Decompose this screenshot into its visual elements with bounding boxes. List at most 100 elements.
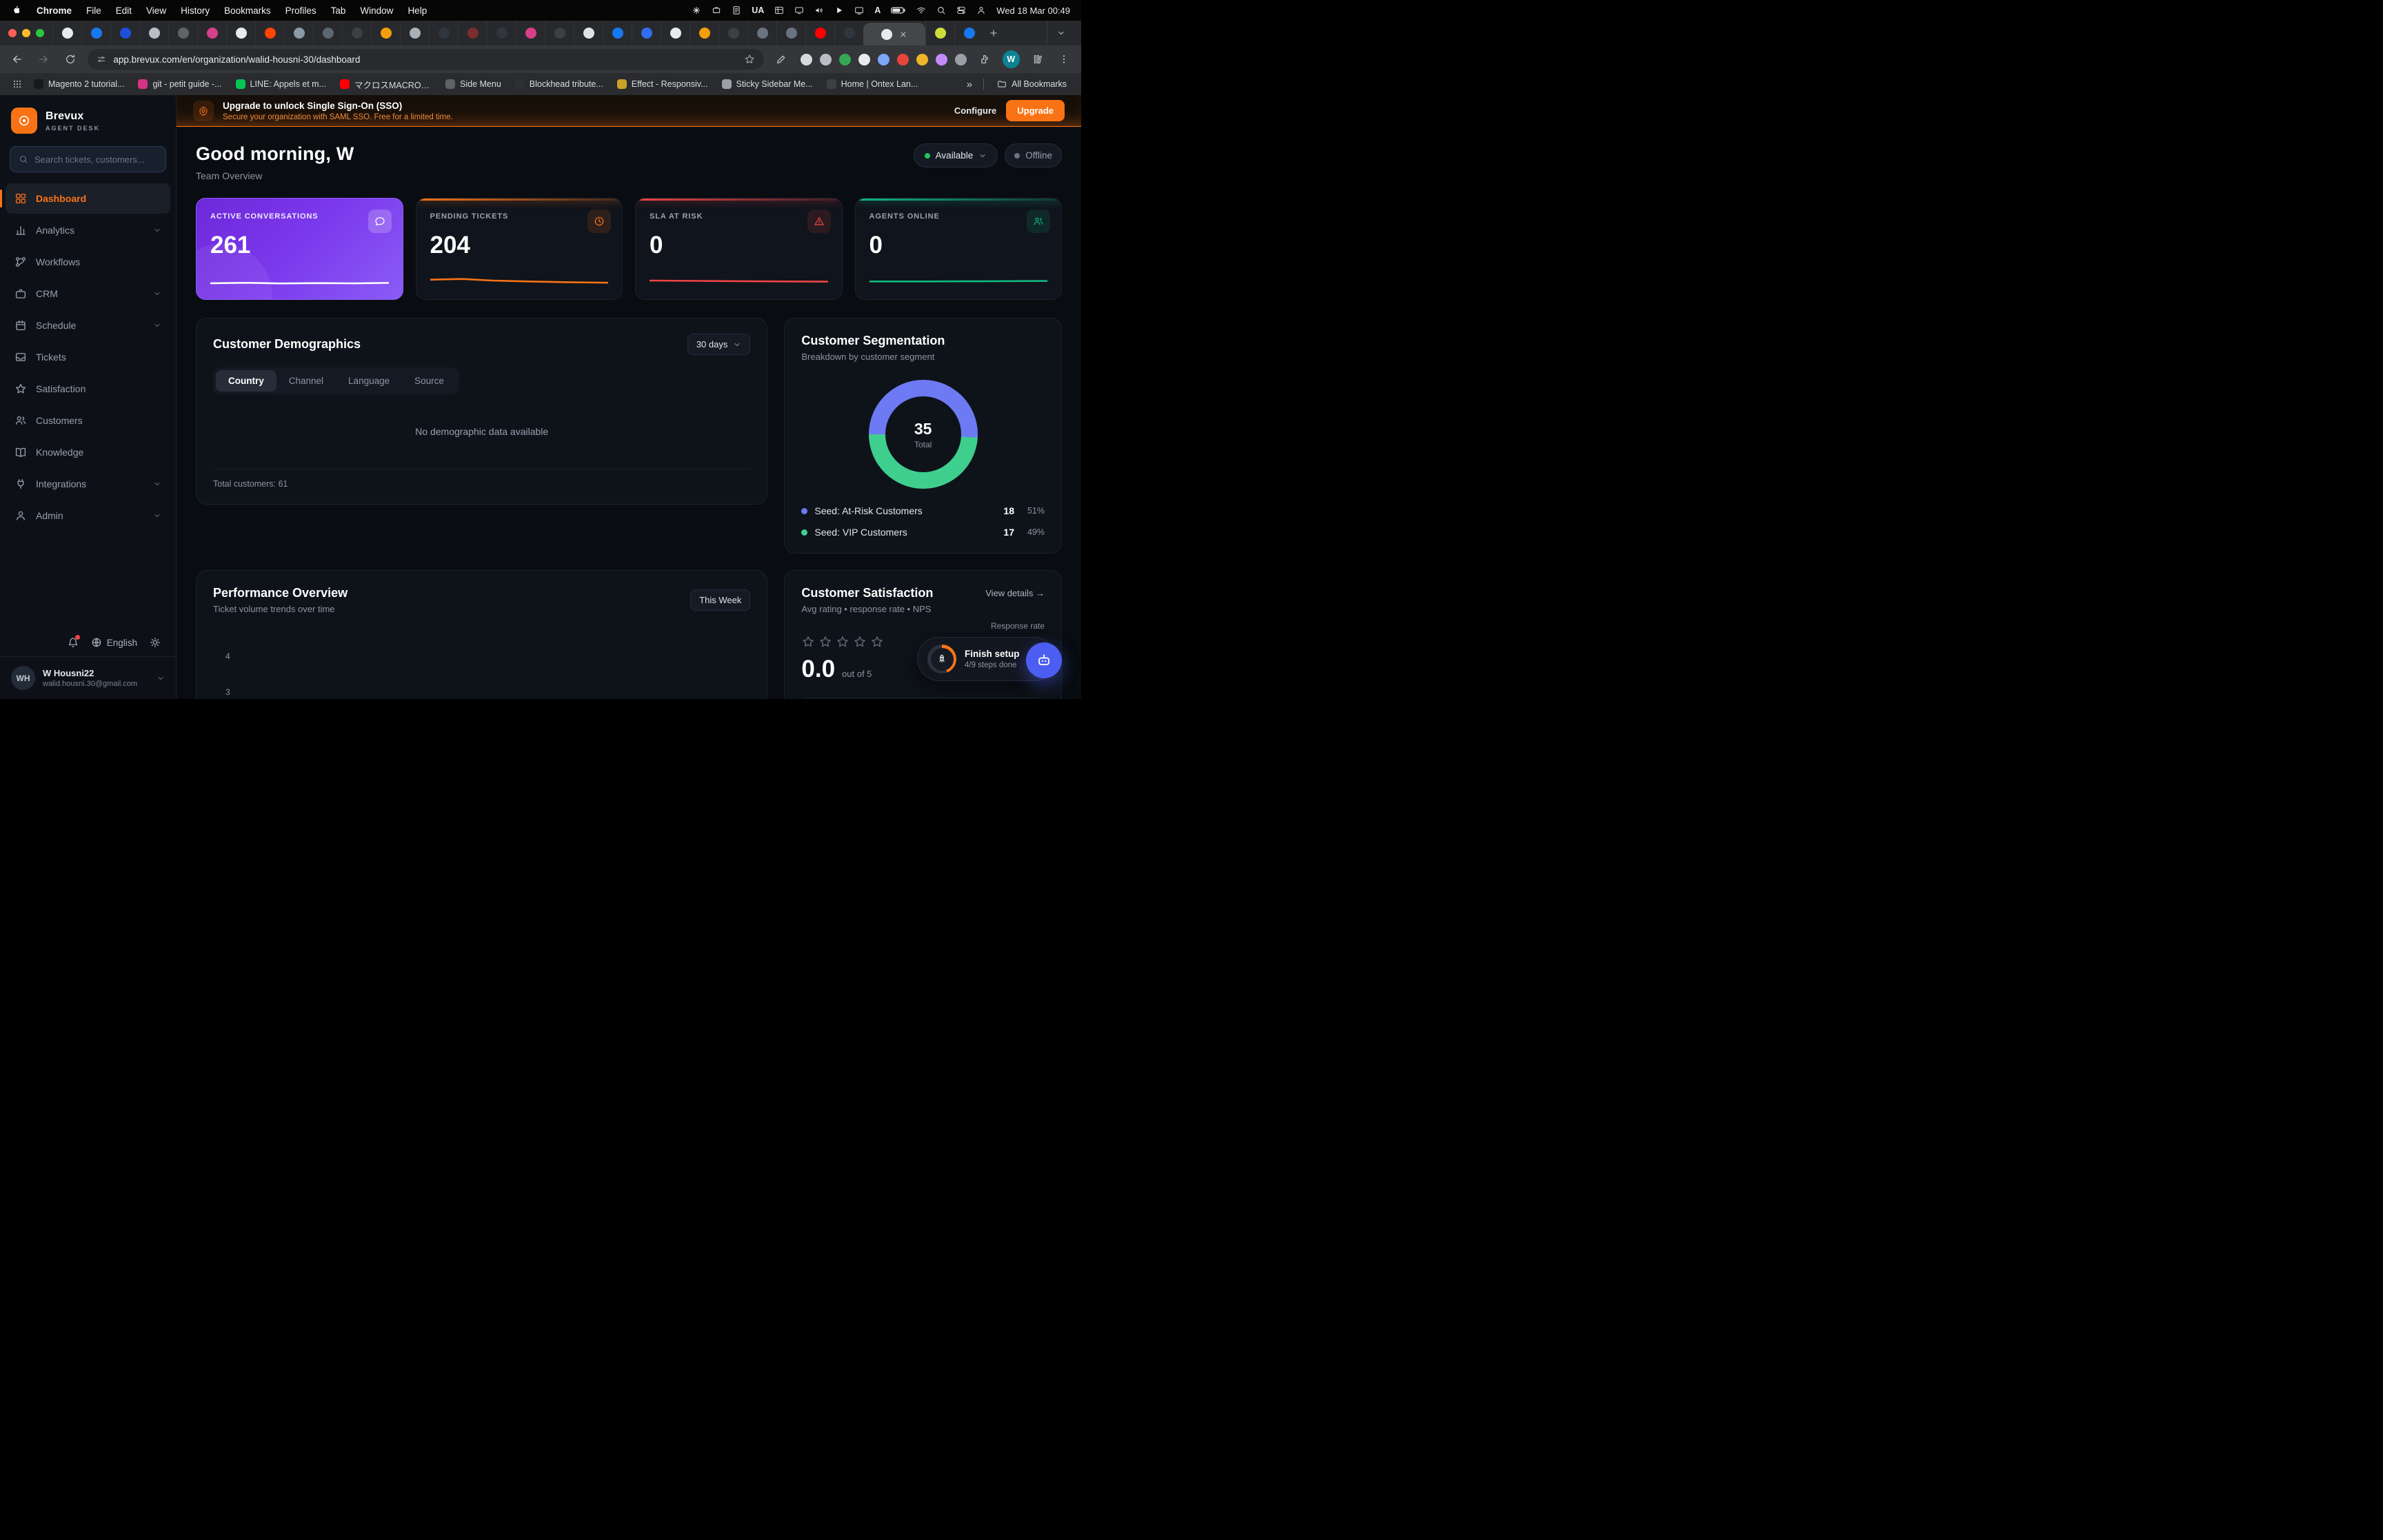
browser-tab[interactable] (954, 21, 983, 45)
period-dropdown[interactable]: 30 days (687, 334, 751, 355)
browser-tab[interactable] (487, 21, 516, 45)
browser-tab-active[interactable] (863, 23, 925, 45)
menubar-menu-item[interactable]: File (86, 6, 101, 16)
browser-tab[interactable] (925, 21, 954, 45)
sidebar-item-crm[interactable]: CRM (6, 278, 170, 309)
upgrade-button[interactable]: Upgrade (1006, 100, 1065, 121)
stat-card-agents-online[interactable]: AGENTS ONLINE 0 (855, 198, 1063, 300)
browser-tab[interactable] (168, 21, 197, 45)
search-input[interactable] (34, 154, 157, 165)
sidebar-item-tickets[interactable]: Tickets (6, 342, 170, 372)
user-menu[interactable]: WH W Housni22 walid.housni.30@gmail.com (0, 656, 176, 699)
extension-icon[interactable] (897, 54, 909, 65)
browser-menu-icon[interactable] (1056, 50, 1073, 68)
url-text[interactable]: app.brevux.com/en/organization/walid-hou… (113, 54, 736, 65)
browser-tab[interactable] (284, 21, 313, 45)
browser-tab[interactable] (718, 21, 747, 45)
apple-logo-icon[interactable] (11, 5, 22, 16)
bookmark-item[interactable]: Effect - Responsiv... (611, 77, 714, 92)
bookmarks-overflow-button[interactable]: » (963, 79, 976, 90)
tab-channel[interactable]: Channel (276, 370, 336, 392)
menubar-menu-item[interactable]: View (146, 6, 166, 16)
extensions-puzzle-icon[interactable] (976, 50, 993, 68)
spotlight-search-icon[interactable] (936, 6, 946, 15)
volume-icon[interactable] (814, 6, 824, 15)
tab-language[interactable]: Language (336, 370, 402, 392)
extension-icon[interactable] (878, 54, 889, 65)
notifications-bell-icon[interactable] (68, 637, 79, 648)
keyboard-brightness-icon[interactable] (692, 6, 701, 15)
site-settings-icon[interactable] (97, 54, 106, 64)
browser-tab[interactable] (110, 21, 139, 45)
menubar-menu-item[interactable]: Profiles (285, 6, 316, 16)
close-window-button[interactable] (8, 29, 17, 37)
screen-mirroring-icon[interactable] (854, 6, 864, 15)
minimize-window-button[interactable] (22, 29, 30, 37)
stat-card-active-conversations[interactable]: ACTIVE CONVERSATIONS 261 (196, 198, 403, 300)
extension-icon[interactable] (955, 54, 967, 65)
sidebar-search[interactable] (10, 146, 166, 172)
edit-pencil-icon[interactable] (773, 50, 790, 68)
performance-period-button[interactable]: This Week (690, 589, 750, 611)
sidebar-item-knowledge[interactable]: Knowledge (6, 437, 170, 467)
browser-tab[interactable] (400, 21, 429, 45)
bookmark-star-icon[interactable] (744, 54, 755, 65)
menubar-menu-item[interactable]: Bookmarks (224, 6, 271, 16)
stat-card-pending-tickets[interactable]: PENDING TICKETS 204 (416, 198, 623, 300)
browser-tab[interactable] (545, 21, 574, 45)
menubar-menu-item[interactable]: Edit (116, 6, 132, 16)
wifi-icon[interactable] (916, 6, 926, 15)
menubar-menu-item[interactable]: History (181, 6, 210, 16)
sidebar-item-dashboard[interactable]: Dashboard (6, 183, 170, 214)
menubar-menu-item[interactable]: Window (360, 6, 393, 16)
offline-toggle[interactable]: Offline (1005, 143, 1062, 168)
forward-button[interactable] (34, 50, 52, 68)
sidebar-item-workflows[interactable]: Workflows (6, 247, 170, 277)
stat-card-sla-at-risk[interactable]: SLA AT RISK 0 (635, 198, 843, 300)
browser-tab[interactable] (776, 21, 805, 45)
browser-tab[interactable] (747, 21, 776, 45)
browser-tab[interactable] (255, 21, 284, 45)
sidebar-item-satisfaction[interactable]: Satisfaction (6, 374, 170, 404)
browser-tab[interactable] (429, 21, 458, 45)
sidebar-item-schedule[interactable]: Schedule (6, 310, 170, 341)
sidebar-item-analytics[interactable]: Analytics (6, 215, 170, 245)
menubar-menu-item[interactable]: Help (408, 6, 427, 16)
browser-tab[interactable] (690, 21, 718, 45)
bookmark-item[interactable]: git - petit guide -... (132, 77, 228, 92)
bookmark-item[interactable]: Side Menu (439, 77, 507, 92)
reload-button[interactable] (61, 50, 79, 68)
browser-tab[interactable] (226, 21, 255, 45)
view-details-link[interactable]: View details → (985, 588, 1045, 598)
theme-toggle-icon[interactable] (150, 637, 161, 648)
tab-source[interactable]: Source (402, 370, 456, 392)
browser-tab[interactable] (197, 21, 226, 45)
battery-icon[interactable] (891, 6, 906, 15)
chat-widget-button[interactable] (1026, 642, 1062, 678)
window-layout-icon[interactable] (774, 6, 784, 15)
extension-icon[interactable] (839, 54, 851, 65)
sidebar-item-admin[interactable]: Admin (6, 500, 170, 531)
display-icon[interactable] (794, 6, 804, 15)
browser-tab[interactable] (574, 21, 603, 45)
availability-dropdown[interactable]: Available (914, 143, 998, 168)
browser-tab[interactable] (342, 21, 371, 45)
browser-tab[interactable] (52, 21, 81, 45)
browser-tab[interactable] (834, 21, 863, 45)
bookmark-item[interactable]: マクロスMACROS... (334, 75, 438, 94)
menubar-app-name[interactable]: Chrome (37, 6, 72, 16)
extension-icon[interactable] (858, 54, 870, 65)
extension-icon[interactable] (916, 54, 928, 65)
address-bar[interactable]: app.brevux.com/en/organization/walid-hou… (88, 49, 763, 70)
browser-tab[interactable] (139, 21, 168, 45)
browser-tab[interactable] (603, 21, 632, 45)
zoom-window-button[interactable] (36, 29, 44, 37)
bookmark-item[interactable]: LINE: Appels et m... (230, 77, 332, 92)
browser-tab[interactable] (458, 21, 487, 45)
browser-tab[interactable] (371, 21, 400, 45)
back-button[interactable] (8, 50, 26, 68)
bookmark-item[interactable]: Blockhead tribute... (509, 77, 610, 92)
apps-grid-icon[interactable] (8, 75, 26, 93)
browser-tab[interactable] (661, 21, 690, 45)
bookmark-item[interactable]: Home | Ontex Lan... (821, 77, 925, 92)
